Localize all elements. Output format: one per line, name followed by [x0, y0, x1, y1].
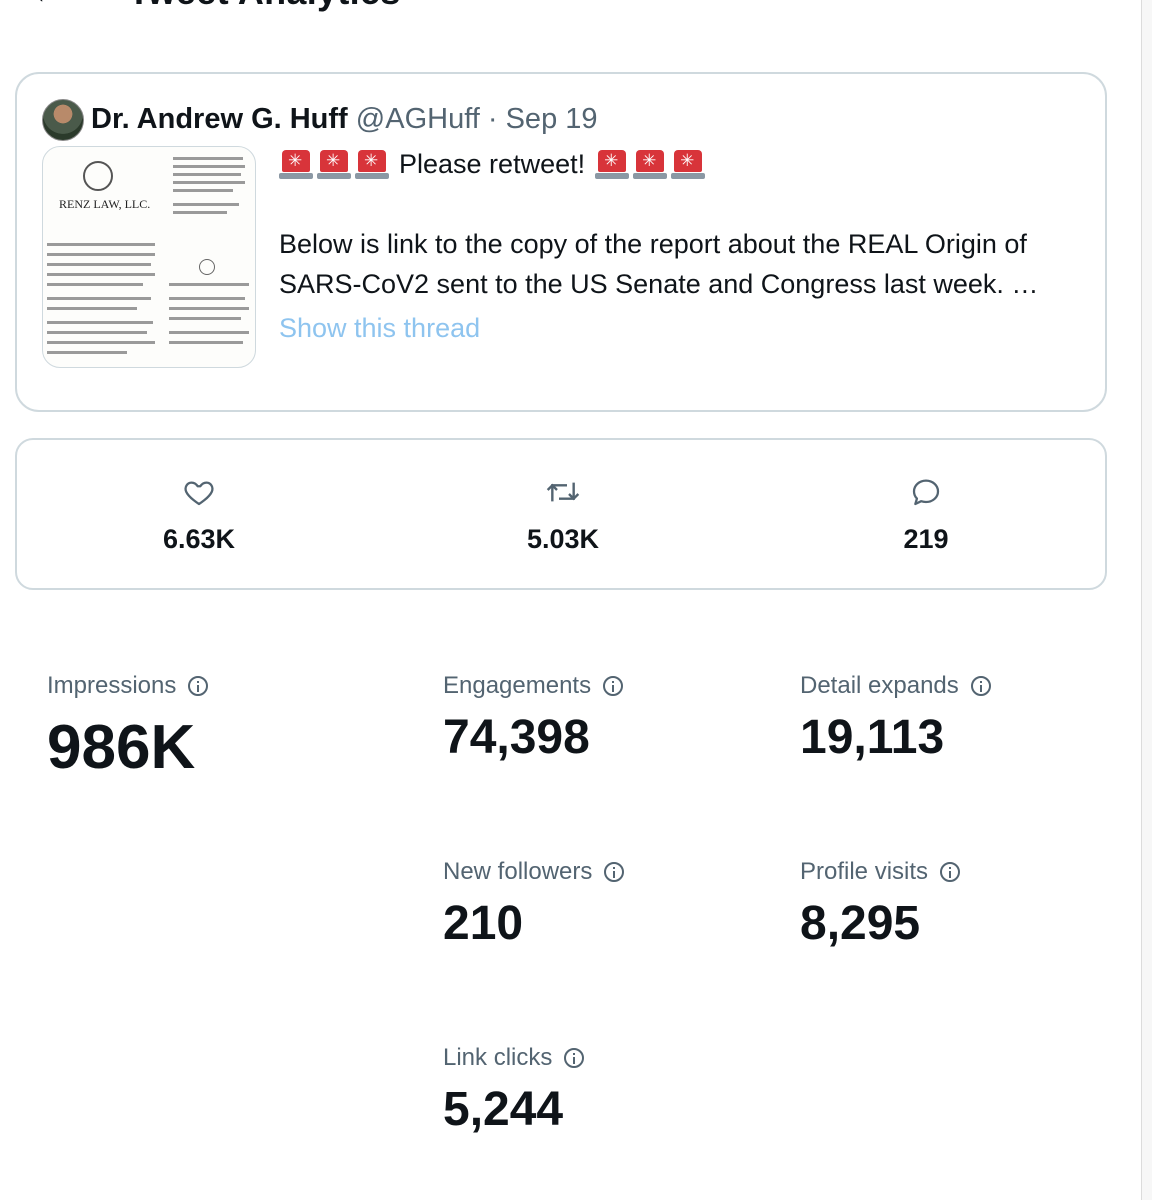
- link-clicks-value: 5,244: [443, 1083, 564, 1136]
- law-firm-logo-icon: [83, 161, 113, 191]
- retweets-stat: 5.03K: [503, 476, 623, 555]
- page-header: ← Tweet Analytics: [0, 0, 1130, 12]
- siren-icon: [595, 148, 630, 180]
- link-clicks-metric: Link clicks 5,244: [443, 1044, 585, 1137]
- info-icon[interactable]: [564, 1048, 585, 1068]
- tweet-author-line: Dr. Andrew G. Huff @AGHuff · Sep 19: [91, 100, 598, 138]
- separator-dot: ·: [487, 103, 498, 135]
- tweet-date[interactable]: Sep 19: [506, 103, 598, 135]
- likes-stat: 6.63K: [139, 476, 259, 555]
- doc-title: RENZ LAW, LLC.: [59, 197, 151, 211]
- siren-emoji-group: [595, 148, 706, 180]
- profile-visits-value: 8,295: [800, 897, 921, 950]
- doc-line: [47, 331, 147, 334]
- siren-emoji-group: [279, 148, 389, 180]
- replies-count: 219: [903, 524, 949, 554]
- siren-icon: [279, 148, 313, 180]
- avatar[interactable]: [42, 99, 84, 141]
- new-followers-label: New followers: [443, 858, 593, 885]
- doc-line: [47, 263, 151, 266]
- doc-line: [173, 203, 239, 206]
- detail-expands-label: Detail expands: [800, 672, 959, 699]
- profile-visits-metric: Profile visits 8,295: [800, 858, 961, 951]
- tweet-card[interactable]: Dr. Andrew G. Huff @AGHuff · Sep 19 RENZ…: [15, 72, 1107, 412]
- doc-line: [173, 165, 245, 168]
- doc-line: [169, 331, 249, 334]
- doc-line: [173, 211, 227, 214]
- show-thread-link[interactable]: Show this thread: [279, 308, 1089, 348]
- detail-expands-metric: Detail expands 19,113: [800, 672, 991, 765]
- doc-line: [47, 297, 151, 300]
- info-icon[interactable]: [188, 676, 209, 696]
- heart-icon: [184, 481, 214, 506]
- tweet-headline: Please retweet!: [399, 149, 586, 179]
- info-icon[interactable]: [603, 676, 624, 696]
- retweets-count: 5.03K: [526, 524, 600, 554]
- siren-icon: [633, 148, 668, 180]
- tweet-body: Below is link to the copy of the report …: [279, 229, 1039, 299]
- doc-seal-icon: [199, 259, 215, 275]
- tweet-text[interactable]: Please retweet! Below is link to the cop…: [279, 144, 1089, 348]
- doc-line: [47, 351, 127, 354]
- doc-line: [169, 307, 249, 310]
- doc-line: [173, 173, 241, 176]
- replies-stat: 219: [866, 476, 986, 555]
- doc-line: [169, 297, 245, 300]
- new-followers-value: 210: [443, 897, 524, 950]
- impressions-label: Impressions: [47, 672, 177, 699]
- engagements-metric: Engagements 74,398: [443, 672, 624, 765]
- doc-line: [47, 341, 155, 344]
- reply-icon: [912, 479, 940, 506]
- retweet-icon: [546, 482, 580, 502]
- engagement-summary: 6.63K 5.03K 219: [15, 438, 1107, 590]
- siren-icon: [317, 148, 351, 180]
- link-clicks-label: Link clicks: [443, 1044, 553, 1071]
- author-handle[interactable]: @AGHuff: [356, 103, 480, 135]
- doc-line: [169, 317, 241, 320]
- page-title: Tweet Analytics: [128, 0, 401, 12]
- doc-line: [47, 273, 155, 276]
- info-icon[interactable]: [970, 676, 991, 696]
- tweet-image[interactable]: RENZ LAW, LLC.: [42, 146, 256, 368]
- siren-icon: [671, 148, 706, 180]
- doc-line: [169, 341, 243, 344]
- doc-line: [47, 243, 155, 246]
- doc-line: [47, 321, 153, 324]
- doc-line: [47, 307, 137, 310]
- doc-line: [47, 253, 155, 256]
- doc-line: [169, 283, 249, 286]
- new-followers-metric: New followers 210: [443, 858, 625, 951]
- doc-line: [173, 189, 233, 192]
- impressions-value: 986K: [47, 713, 196, 782]
- likes-count: 6.63K: [162, 524, 236, 554]
- impressions-metric: Impressions 986K: [47, 672, 209, 783]
- doc-line: [173, 181, 245, 184]
- siren-icon: [355, 148, 389, 180]
- engagements-value: 74,398: [443, 711, 590, 764]
- info-icon[interactable]: [604, 862, 625, 882]
- doc-line: [173, 157, 243, 160]
- scrollbar[interactable]: [1141, 0, 1152, 1200]
- detail-expands-value: 19,113: [800, 711, 945, 764]
- profile-visits-label: Profile visits: [800, 858, 929, 885]
- author-name[interactable]: Dr. Andrew G. Huff: [91, 103, 348, 135]
- back-arrow-icon[interactable]: ←: [30, 0, 64, 12]
- info-icon[interactable]: [940, 862, 961, 882]
- engagements-label: Engagements: [443, 672, 592, 699]
- doc-line: [47, 283, 143, 286]
